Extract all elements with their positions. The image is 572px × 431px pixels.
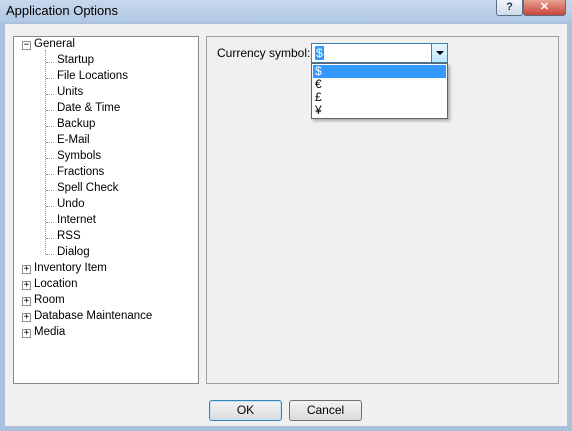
currency-option[interactable]: €	[313, 78, 446, 91]
tree-node-label: General	[34, 38, 75, 50]
tree-node-spell-check[interactable]: Spell Check	[14, 182, 194, 198]
tree-node-general[interactable]: − General	[14, 38, 194, 54]
application-options-window: Application Options ? ✕ − General Startup F…	[0, 0, 572, 431]
tree-node-label: Database Maintenance	[34, 310, 153, 322]
collapse-icon[interactable]: −	[22, 41, 31, 50]
tree-node-inventory-item[interactable]: + Inventory Item	[14, 262, 194, 278]
tree-node-fractions[interactable]: Fractions	[14, 166, 194, 182]
tree-connector-line	[46, 206, 54, 207]
tree-node-label: Dialog	[57, 246, 90, 258]
tree-node-dialog[interactable]: Dialog	[14, 246, 194, 262]
tree-connector-line	[46, 110, 54, 111]
currency-dropdown-list[interactable]: $ € £ ¥	[311, 63, 448, 119]
tree-node-label: E-Mail	[57, 134, 90, 146]
units-panel: Currency symbol: $ $ € £ ¥	[206, 36, 559, 384]
tree-connector-line	[46, 158, 54, 159]
tree-connector-line	[46, 62, 54, 63]
tree-connector-line	[46, 238, 54, 239]
tree-node-label: Media	[34, 326, 66, 338]
tree-node-room[interactable]: + Room	[14, 294, 194, 310]
currency-option[interactable]: $	[313, 65, 446, 78]
title-bar[interactable]: Application Options ? ✕	[0, 0, 572, 22]
tree-node-label: Symbols	[57, 150, 102, 162]
currency-symbol-label: Currency symbol:	[217, 46, 311, 60]
tree-node-units[interactable]: Units	[14, 86, 194, 102]
tree-node-location[interactable]: + Location	[14, 278, 194, 294]
tree-connector-line	[46, 142, 54, 143]
close-button[interactable]: ✕	[523, 0, 566, 16]
tree-node-symbols[interactable]: Symbols	[14, 150, 194, 166]
tree-connector-line	[46, 78, 54, 79]
tree-node-label: Fractions	[57, 166, 105, 178]
tree-node-label: RSS	[57, 230, 81, 242]
tree-node-database-maintenance[interactable]: + Database Maintenance	[14, 310, 194, 326]
tree-node-undo[interactable]: Undo	[14, 198, 194, 214]
tree-node-label: Units	[57, 86, 84, 98]
tree-node-label: Startup	[57, 54, 95, 66]
tree-connector-line	[46, 190, 54, 191]
tree-connector-line	[46, 254, 54, 255]
expand-icon[interactable]: +	[22, 265, 31, 274]
dialog-client-area: − General Startup File Locations Units Date &…	[5, 24, 567, 426]
ok-button[interactable]: OK	[209, 400, 282, 421]
currency-option[interactable]: £	[313, 91, 446, 104]
cancel-button[interactable]: Cancel	[289, 400, 362, 421]
currency-symbol-combobox[interactable]: $	[311, 43, 448, 63]
tree-node-label: Location	[34, 278, 78, 290]
tree-node-label: Room	[34, 294, 65, 306]
currency-option[interactable]: ¥	[313, 104, 446, 117]
tree-node-internet[interactable]: Internet	[14, 214, 194, 230]
tree-node-rss[interactable]: RSS	[14, 230, 194, 246]
tree-node-e-mail[interactable]: E-Mail	[14, 134, 194, 150]
tree-node-date-time[interactable]: Date & Time	[14, 102, 194, 118]
tree-node-label: Spell Check	[57, 182, 119, 194]
tree-node-label: Internet	[57, 214, 96, 226]
tree-node-startup[interactable]: Startup	[14, 54, 194, 70]
tree-node-label: Undo	[57, 198, 85, 210]
tree-connector-line	[46, 126, 54, 127]
expand-icon[interactable]: +	[22, 281, 31, 290]
options-tree[interactable]: − General Startup File Locations Units Date &…	[13, 36, 199, 384]
expand-icon[interactable]: +	[22, 313, 31, 322]
expand-icon[interactable]: +	[22, 329, 31, 338]
tree-connector-line	[46, 94, 54, 95]
dropdown-arrow-icon[interactable]	[431, 44, 447, 62]
tree-node-label: Backup	[57, 118, 96, 130]
currency-selected-value: $	[315, 46, 324, 60]
tree-node-media[interactable]: + Media	[14, 326, 194, 342]
tree-connector-line	[46, 222, 54, 223]
tree-node-label: Inventory Item	[34, 262, 107, 274]
tree-node-file-locations[interactable]: File Locations	[14, 70, 194, 86]
tree-connector-line	[46, 174, 54, 175]
expand-icon[interactable]: +	[22, 297, 31, 306]
tree-node-label: Date & Time	[57, 102, 121, 114]
help-button[interactable]: ?	[496, 0, 523, 16]
window-title: Application Options	[6, 3, 119, 18]
tree-node-backup[interactable]: Backup	[14, 118, 194, 134]
tree-node-label: File Locations	[57, 70, 128, 82]
